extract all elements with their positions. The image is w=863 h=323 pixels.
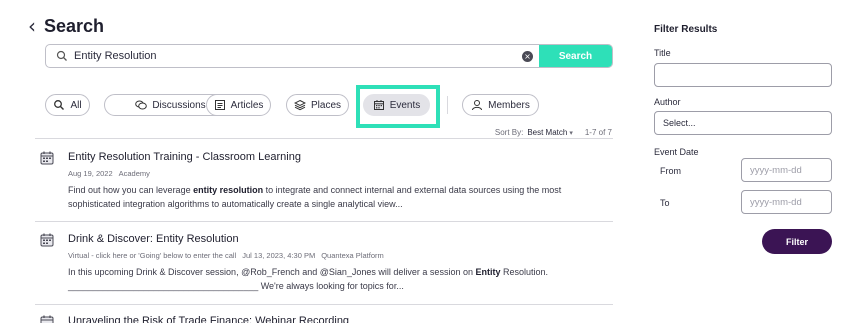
result-item: Entity Resolution Training - Classroom L… (40, 151, 613, 217)
person-icon (472, 100, 483, 111)
clear-search-icon[interactable]: × (522, 51, 533, 62)
result-date: Aug 19, 2022 (68, 169, 113, 178)
search-bar: Entity Resolution × Search (45, 44, 613, 68)
snippet-text: Find out how you can leverage (68, 185, 194, 195)
caret-down-icon[interactable]: ▾ (569, 129, 573, 137)
result-location-link[interactable]: Virtual - click here or 'Going' below to… (68, 251, 236, 260)
search-button[interactable]: Search (539, 45, 612, 67)
filter-title: Filter Results (654, 24, 718, 35)
chip-places[interactable]: Places (286, 94, 349, 116)
from-label: From (660, 166, 681, 176)
chip-label: All (70, 99, 82, 111)
article-icon (214, 100, 225, 110)
author-select[interactable]: Select... (654, 111, 832, 135)
search-icon (54, 100, 65, 110)
snippet-text: In this upcoming Drink & Discover sessio… (68, 267, 476, 277)
layers-icon (293, 99, 306, 111)
result-category: Academy (118, 169, 150, 178)
events-highlight-box (356, 85, 440, 128)
result-category: Quantexa Platform (321, 251, 384, 260)
result-date: Jul 13, 2023, 4:30 PM (242, 251, 316, 260)
filter-button[interactable]: Filter (762, 229, 832, 254)
result-count: 1-7 of 7 (584, 128, 612, 137)
chip-label: Articles (230, 99, 264, 111)
result-meta: Virtual - click here or 'Going' below to… (68, 251, 390, 260)
chip-label: Places (310, 99, 341, 111)
result-title-link[interactable]: Entity Resolution Training - Classroom L… (68, 151, 301, 163)
chip-articles[interactable]: Articles (206, 94, 271, 116)
chip-members[interactable]: Members (462, 94, 539, 116)
to-date-input[interactable]: yyyy-mm-dd (741, 190, 832, 214)
title-label: Title (654, 48, 671, 58)
calendar-icon (40, 233, 54, 247)
sort-label: Sort By: (494, 128, 524, 137)
chat-icon (135, 100, 148, 110)
to-label: To (660, 198, 670, 208)
snippet-highlight: entity resolution (193, 185, 264, 195)
from-date-input[interactable]: yyyy-mm-dd (741, 158, 832, 182)
result-meta: Aug 19, 2022 Academy (68, 169, 156, 178)
result-item: Unraveling the Risk of Trade Finance: We… (40, 315, 613, 323)
result-title-link[interactable]: Unraveling the Risk of Trade Finance: We… (68, 315, 349, 323)
snippet-highlight: Entity (475, 267, 501, 277)
calendar-icon (40, 315, 54, 323)
calendar-icon (40, 151, 54, 165)
author-label: Author (654, 97, 681, 107)
result-snippet: In this upcoming Drink & Discover sessio… (68, 265, 613, 293)
event-date-label: Event Date (654, 147, 699, 157)
search-input[interactable]: Entity Resolution × (46, 45, 539, 67)
chip-all[interactable]: All (45, 94, 90, 116)
search-input-value: Entity Resolution (74, 50, 157, 62)
sort-dropdown[interactable]: Best Match (527, 128, 567, 137)
title-input[interactable] (654, 63, 832, 87)
chip-divider (447, 96, 448, 114)
chip-label: Discussions (152, 99, 206, 111)
page-title: Search (44, 16, 105, 36)
result-item: Drink & Discover: Entity Resolution Virt… (40, 233, 613, 299)
result-title-link[interactable]: Drink & Discover: Entity Resolution (68, 233, 239, 245)
search-icon (56, 50, 67, 61)
result-divider (35, 221, 613, 222)
back-chevron-icon[interactable]: ‹ (28, 16, 36, 36)
result-divider (35, 304, 613, 305)
results-top-divider (35, 138, 613, 139)
result-snippet: Find out how you can leverage entity res… (68, 183, 613, 211)
chip-label: Members (488, 99, 530, 111)
sort-row: Sort By: Best Match ▾ 1-7 of 7 (495, 128, 612, 137)
